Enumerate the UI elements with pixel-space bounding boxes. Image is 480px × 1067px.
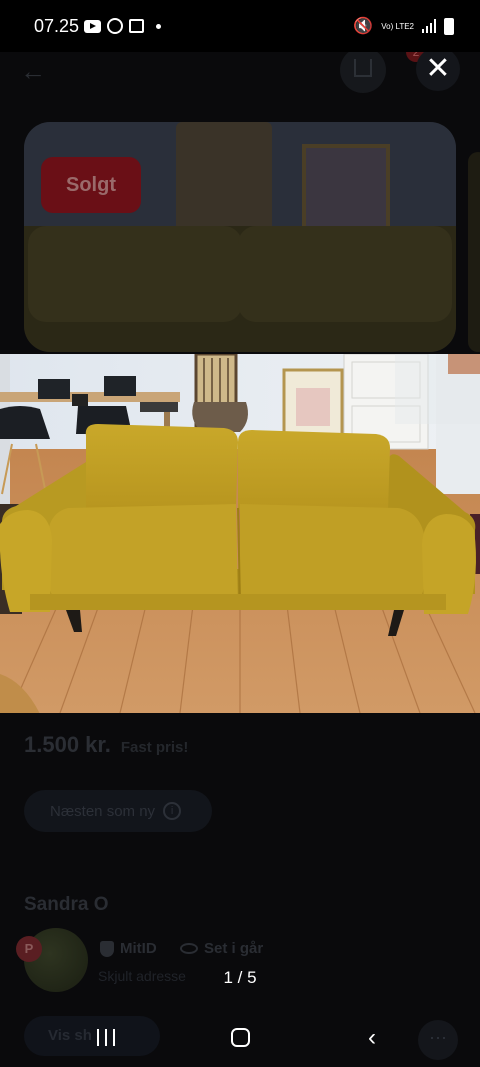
share-button[interactable] [340,47,386,93]
mute-icon: 🔇 [353,18,374,35]
close-icon: ✕ [425,52,451,85]
system-nav-bar: ⋯ ‹ [0,1012,480,1067]
verified-label: MitID [120,940,157,957]
next-image-card[interactable] [468,152,480,352]
seller-initial-badge: P [16,936,42,962]
listing-top-bar: ← 2 [0,42,480,122]
price-row: 1.500 kr. Fast pris! [24,732,188,758]
last-seen: Set i går [180,940,263,957]
battery-icon [444,17,454,35]
sold-badge: Solgt [41,157,141,213]
youtube-icon [84,19,101,33]
system-icons: 🔇 Vo) LTE2 [353,16,454,36]
verified-badge: MitID [100,940,157,957]
image-pager: 1 / 5 [223,968,257,987]
whatsapp-icon [107,18,123,34]
status-time: 07.25 [34,16,80,36]
price-note: Fast pris! [120,739,189,756]
more-notifications-icon [156,23,161,29]
gallery-icon [129,19,144,33]
status-bar: 07.25 🔇 Vo) LTE2 [0,0,480,52]
notification-icons [84,18,161,34]
home-icon[interactable] [231,1028,250,1047]
seller-name: Sandra O [24,894,109,915]
more-options-button[interactable]: ⋯ [418,1020,458,1060]
last-seen-label: Set i går [204,940,264,957]
price: 1.500 kr. [24,732,111,757]
condition-label: Næsten som ny [50,802,156,820]
shield-icon [100,940,114,957]
nav-back-icon[interactable]: ‹ [368,1024,376,1052]
recents-icon[interactable] [97,1029,115,1046]
close-button[interactable]: ✕ [416,47,460,91]
fullscreen-photo[interactable] [0,354,480,713]
signal-icon [422,19,436,33]
share-icon [354,59,372,77]
network-label: Vo) LTE2 [381,21,414,31]
back-arrow-icon[interactable]: ← [20,56,46,87]
listing-image-card[interactable]: Solgt [24,122,456,352]
info-icon: i [163,802,182,820]
sofa-photo [0,354,480,713]
condition-pill[interactable]: Næsten som ny i [24,790,212,832]
eye-icon [180,943,198,954]
